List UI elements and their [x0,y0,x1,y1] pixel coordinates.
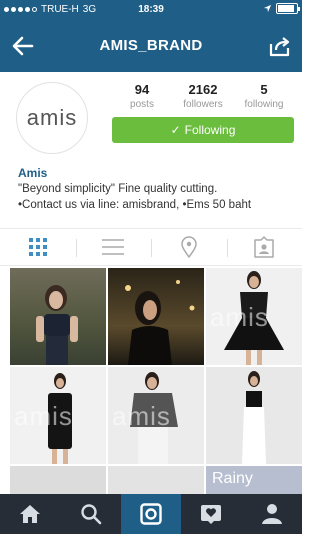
following-button[interactable]: ✓ Following [112,117,294,143]
tab-list[interactable] [75,229,152,265]
list-icon [102,239,125,255]
stat-label: followers [183,99,223,110]
profile-stats: 94 posts 2162 followers 5 following [112,82,294,110]
photo-grid: amis amis amis Rainy [10,268,302,496]
profile-name: Amis [18,166,48,180]
tab-camera[interactable] [120,494,182,534]
photo-thumbnail[interactable] [10,268,106,365]
photo-thumbnail[interactable]: amis [206,268,302,365]
tab-tagged[interactable] [226,229,303,265]
photo-thumbnail[interactable] [206,367,302,464]
tab-grid[interactable] [0,229,76,265]
battery-icon [276,3,300,14]
tab-search[interactable] [60,494,120,534]
tab-activity[interactable] [181,494,241,534]
home-icon [20,505,41,523]
share-icon[interactable] [268,34,292,58]
nav-bar: AMIS_BRAND [0,20,302,72]
tab-profile[interactable] [242,494,302,534]
checkmark-icon: ✓ [170,123,181,137]
following-label: Following [184,123,236,137]
bio-line: •Contact us via line: amisbrand, •Ems 50… [18,199,252,211]
bottom-tab-bar [0,494,302,534]
camera-icon [140,503,162,525]
stat-label: following [244,99,284,110]
photo-thumbnail[interactable] [10,466,106,496]
stat-followers[interactable]: 2162 followers [173,82,233,110]
location-icon [180,236,197,258]
photo-thumbnail[interactable]: amis [108,367,204,464]
avatar[interactable]: amis [16,82,88,154]
activity-icon [201,505,222,524]
stat-following[interactable]: 5 following [234,82,294,110]
photo-thumbnail[interactable] [108,268,204,365]
profile-bio: Amis "Beyond simplicity" Fine quality cu… [18,165,298,213]
location-arrow-icon [263,4,272,13]
photo-caption-text: Rainy [212,470,253,487]
watermark-text: amis [14,401,73,431]
stat-value: 5 [260,82,268,97]
tab-home[interactable] [0,494,60,534]
stat-label: posts [130,99,154,110]
page-title: AMIS_BRAND [99,37,203,54]
profile-view-tabs [0,228,302,266]
tab-map[interactable] [151,229,227,265]
watermark-text: amis [112,401,171,431]
search-icon [80,504,101,525]
profile-icon [261,504,282,524]
photo-thumbnail[interactable]: Rainy [206,466,302,496]
watermark-text: amis [210,302,269,332]
photo-thumbnail[interactable] [108,466,204,496]
clock: 18:39 [138,4,164,15]
status-bar: TRUE-H 3G 18:39 [0,0,302,20]
photo-thumbnail[interactable]: amis [10,367,106,464]
avatar-logo-text: amis [26,105,78,130]
tagged-icon [254,236,274,258]
grid-icon [28,238,47,256]
stat-posts[interactable]: 94 posts [112,82,172,110]
stat-value: 94 [134,82,150,97]
bio-line: "Beyond simplicity" Fine quality cutting… [18,183,218,195]
stat-value: 2162 [188,82,218,97]
